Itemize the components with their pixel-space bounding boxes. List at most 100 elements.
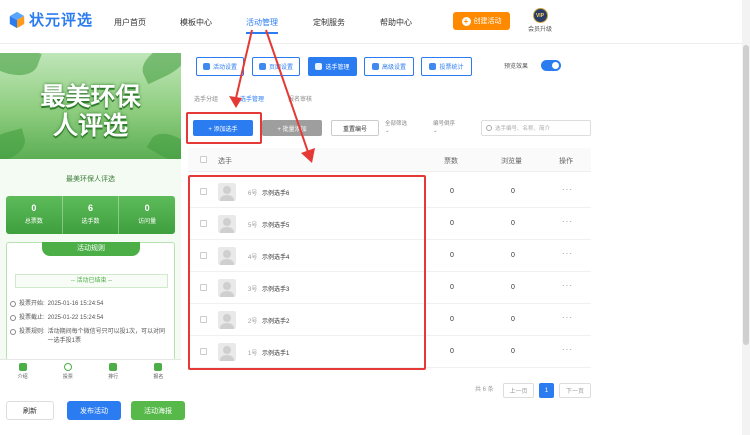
bottom-nav-ranking[interactable]: 排行 <box>91 360 136 383</box>
tab-activity-settings[interactable]: 活动设置 <box>196 57 244 76</box>
more-actions-icon[interactable]: ··· <box>562 345 573 354</box>
vote-count: 0 <box>450 252 454 259</box>
reset-numbering-button[interactable]: 重置编号 <box>331 120 379 136</box>
vote-count: 0 <box>450 348 454 355</box>
tab-contestant-management[interactable]: 选手管理 <box>308 57 357 76</box>
preview-bottom-nav: 介绍 投票 排行 报名 <box>0 359 181 383</box>
prev-page-button[interactable]: 上一页 <box>503 383 534 398</box>
bottom-nav-intro[interactable]: 介绍 <box>0 360 45 383</box>
settings-icon <box>202 63 210 70</box>
activity-status: -- 活动已结束 -- <box>15 274 168 288</box>
next-page-button[interactable]: 下一页 <box>559 383 591 398</box>
page-scrollbar[interactable] <box>742 0 750 435</box>
view-count: 0 <box>511 316 515 323</box>
refresh-button[interactable]: 刷新 <box>6 401 54 420</box>
sliders-icon <box>371 63 379 70</box>
scrollbar-thumb[interactable] <box>743 45 749 345</box>
view-count: 0 <box>511 220 515 227</box>
vote-count: 0 <box>450 220 454 227</box>
pagination-total: 共 6 条 <box>475 387 494 393</box>
nav-item-custom-service[interactable]: 定制服务 <box>313 17 345 28</box>
search-placeholder: 选手编号、名称、简介 <box>495 126 551 132</box>
rules-card: 活动规则 -- 活动已结束 -- 投票开始: 2025-01-16 15:24:… <box>6 242 175 362</box>
more-actions-icon[interactable]: ··· <box>562 185 573 194</box>
nav-item-home[interactable]: 用户首页 <box>114 17 146 28</box>
ranking-icon <box>109 363 118 371</box>
column-header-actions: 操作 <box>559 158 573 165</box>
tab-label: 活动设置 <box>212 65 237 71</box>
nav-item-help[interactable]: 帮助中心 <box>380 17 412 28</box>
brand-name: 状元评选 <box>29 12 94 29</box>
rules-title: 活动规则 <box>42 242 140 256</box>
tab-label: 高级设置 <box>381 65 406 71</box>
more-actions-icon[interactable]: ··· <box>562 281 573 290</box>
subtab-contestant-management[interactable]: 选手管理 <box>240 94 264 103</box>
select-all-checkbox[interactable] <box>200 156 207 163</box>
stat-value: 0 <box>31 203 37 213</box>
more-actions-icon[interactable]: ··· <box>562 313 573 322</box>
batch-add-button[interactable]: + 批量添加 <box>262 120 322 136</box>
table-header: 选手 票数 浏览量 操作 <box>188 148 591 172</box>
plus-circle-icon: + <box>461 16 471 26</box>
rule-text: 2025-01-16 15:24:54 <box>47 301 104 307</box>
bottom-nav-vote[interactable]: 投票 <box>45 360 90 383</box>
annotation-highlight-add-button <box>186 112 262 144</box>
mobile-preview: 最美环保 人评选 最美环保人评选 0 总票数 6 选手数 0 访问量 活动规则 … <box>0 53 181 383</box>
info-icon <box>10 329 16 335</box>
stat-total-votes: 0 总票数 <box>6 196 63 234</box>
bottom-nav-signup[interactable]: 报名 <box>136 360 181 383</box>
bar-chart-icon <box>429 63 437 70</box>
publish-activity-button[interactable]: 发布活动 <box>67 401 121 420</box>
stat-value: 6 <box>88 203 94 213</box>
vip-badge-icon: VIP <box>532 8 548 23</box>
cube-logo-icon <box>9 11 25 28</box>
view-count: 0 <box>511 284 515 291</box>
tab-label: 页面设置 <box>268 65 293 71</box>
vote-icon <box>63 363 72 371</box>
subtab-signup-review[interactable]: 报名审核 <box>288 94 312 103</box>
rule-voting-rule: 投票规则: 活动期间每个微信号只可以投1次，可以对同一选手投1票 <box>10 328 170 346</box>
bottom-nav-label: 报名 <box>153 374 164 380</box>
stats-bar: 0 总票数 6 选手数 0 访问量 <box>6 196 175 234</box>
search-icon <box>486 125 492 131</box>
stat-visits: 0 访问量 <box>119 196 175 234</box>
preview-effect-toggle[interactable] <box>541 60 561 71</box>
filter-all-dropdown[interactable]: 全部筛选 ⌄ <box>385 121 407 135</box>
nav-item-templates[interactable]: 模板中心 <box>180 17 212 28</box>
banner-title-line2: 人评选 <box>52 112 128 140</box>
nav-item-activity-management[interactable]: 活动管理 <box>246 17 278 34</box>
more-actions-icon[interactable]: ··· <box>562 249 573 258</box>
bottom-nav-label: 介绍 <box>17 374 28 380</box>
sort-number-dropdown[interactable]: 编号倒序 ⌄ <box>433 121 455 135</box>
rule-label: 投票开始: <box>19 301 45 307</box>
rule-text: 活动期间每个微信号只可以投1次，可以对同一选手投1票 <box>47 329 166 344</box>
stat-value: 0 <box>144 203 150 213</box>
signup-icon <box>154 363 163 371</box>
create-activity-button[interactable]: + 创建活动 <box>453 12 510 30</box>
intro-icon <box>18 363 27 371</box>
view-count: 0 <box>511 252 515 259</box>
rule-text: 2025-01-22 15:24:54 <box>47 315 104 321</box>
vote-count: 0 <box>450 284 454 291</box>
subtab-contestant-groups[interactable]: 选手分组 <box>194 94 218 103</box>
more-actions-icon[interactable]: ··· <box>562 217 573 226</box>
bottom-nav-label: 投票 <box>62 374 73 380</box>
clock-icon <box>10 301 16 307</box>
search-input[interactable]: 选手编号、名称、简介 <box>481 120 591 136</box>
rule-start-time: 投票开始: 2025-01-16 15:24:54 <box>10 300 170 309</box>
brand-logo[interactable]: 状元评选 <box>8 9 93 30</box>
view-count: 0 <box>511 348 515 355</box>
vip-upgrade[interactable]: VIP 会员升级 <box>526 8 554 33</box>
page-1-button[interactable]: 1 <box>539 383 554 398</box>
vip-upgrade-label: 会员升级 <box>527 27 552 33</box>
chevron-down-icon: ⌄ <box>433 128 438 134</box>
tab-advanced-settings[interactable]: 高级设置 <box>364 57 414 76</box>
stat-label: 选手数 <box>81 219 100 225</box>
tab-vote-statistics[interactable]: 投票统计 <box>421 57 472 76</box>
tab-label: 投票统计 <box>439 65 464 71</box>
top-bar: 状元评选 用户首页 模板中心 活动管理 定制服务 帮助中心 + 创建活动 VIP… <box>0 0 750 44</box>
column-header-contestant: 选手 <box>218 158 232 165</box>
preview-effect-label: 预览效果 <box>504 64 529 70</box>
tab-page-settings[interactable]: 页面设置 <box>252 57 300 76</box>
activity-poster-button[interactable]: 活动海报 <box>131 401 185 420</box>
